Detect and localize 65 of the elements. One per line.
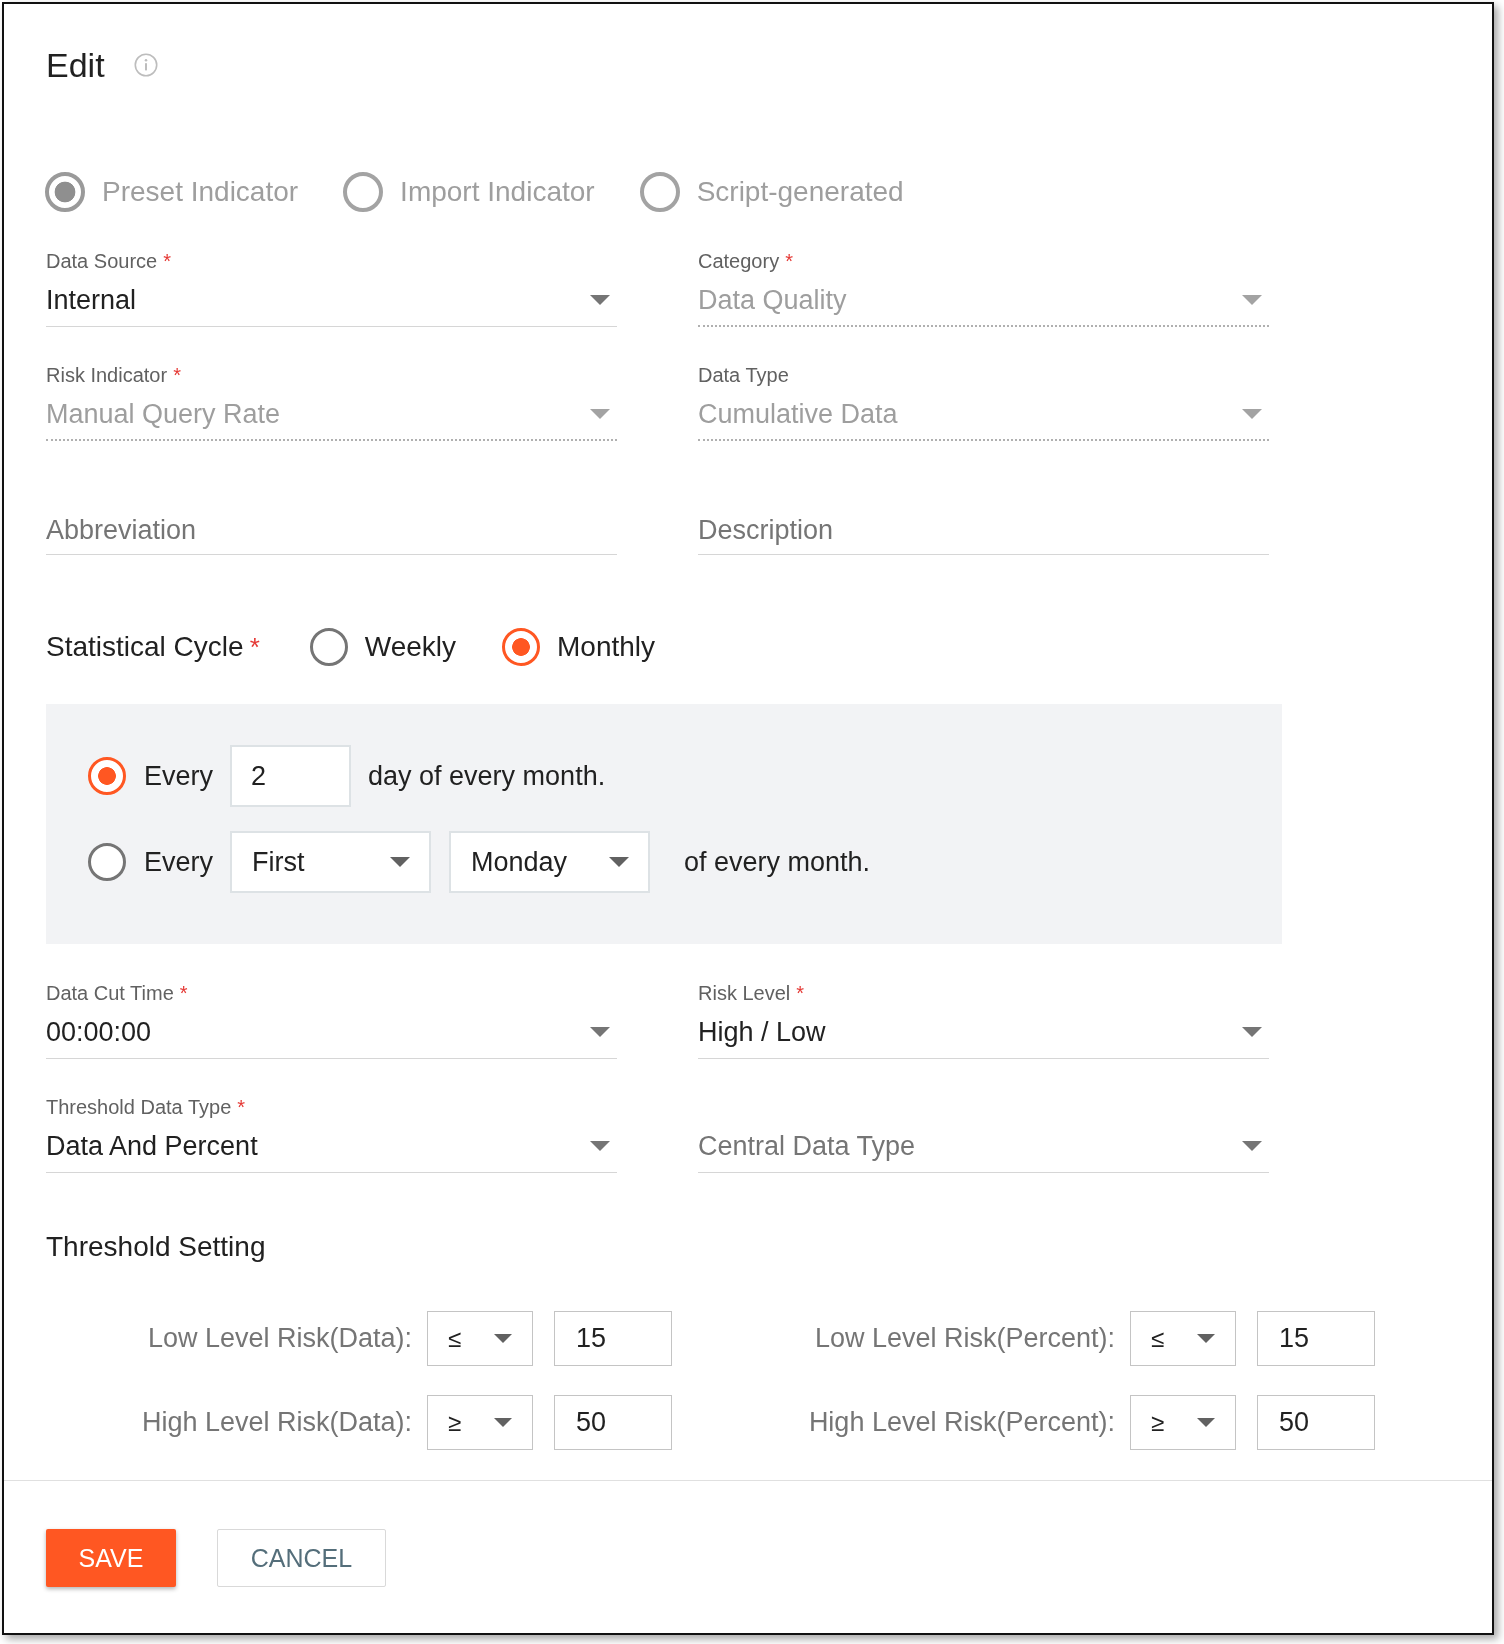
caret-icon bbox=[1242, 295, 1262, 305]
field-label: Category bbox=[698, 249, 780, 273]
radio-label[interactable]: Weekly bbox=[364, 631, 457, 663]
weekday-dropdown[interactable]: Monday bbox=[449, 831, 651, 893]
radio-button[interactable] bbox=[88, 757, 126, 795]
required-asterisk: * bbox=[796, 981, 805, 1005]
radio-button[interactable] bbox=[502, 628, 541, 666]
cancel-button[interactable]: CANCEL bbox=[217, 1529, 386, 1587]
caret-icon bbox=[1197, 1334, 1215, 1343]
dropdown-field[interactable]: Data And Percent bbox=[46, 1129, 617, 1173]
dropdown-field[interactable]: Central Data Type bbox=[698, 1129, 1269, 1173]
field-label: Data Cut Time bbox=[46, 981, 174, 1005]
caret-icon bbox=[1197, 1418, 1215, 1427]
caret-icon bbox=[1242, 1027, 1262, 1037]
rule-label: Every bbox=[144, 760, 214, 792]
radio-button[interactable] bbox=[88, 843, 126, 881]
caret-icon bbox=[590, 409, 610, 419]
radio-label[interactable]: Monthly bbox=[557, 631, 656, 663]
caret-icon bbox=[609, 857, 630, 867]
operator-dropdown[interactable]: ≥ bbox=[427, 1395, 533, 1450]
required-asterisk: * bbox=[785, 249, 793, 273]
threshold-input[interactable]: 50 bbox=[554, 1395, 672, 1450]
threshold-input[interactable]: 15 bbox=[1257, 1311, 1375, 1366]
day-input[interactable]: 2 bbox=[230, 745, 352, 807]
caret-icon bbox=[1242, 409, 1262, 419]
field-label: Data Source bbox=[46, 249, 158, 273]
required-asterisk: * bbox=[173, 363, 181, 387]
section-title: Threshold Setting bbox=[46, 1230, 266, 1264]
caret-icon bbox=[590, 1141, 610, 1151]
radio-button[interactable] bbox=[309, 628, 348, 666]
ordinal-dropdown[interactable]: First bbox=[230, 831, 432, 893]
required-asterisk: * bbox=[163, 249, 171, 273]
caret-icon bbox=[1242, 1141, 1262, 1151]
threshold-label: High Level Risk(Percent): bbox=[808, 1407, 1115, 1438]
field-label: Threshold Data Type bbox=[46, 1095, 232, 1119]
required-asterisk: * bbox=[249, 631, 260, 663]
operator-dropdown[interactable]: ≥ bbox=[1130, 1395, 1236, 1450]
caret-icon bbox=[590, 1027, 610, 1037]
threshold-label: High Level Risk(Data): bbox=[141, 1407, 412, 1438]
dropdown-field[interactable]: Internal bbox=[46, 283, 617, 327]
field-label: Data Type bbox=[698, 363, 789, 387]
operator-dropdown[interactable]: ≤ bbox=[1130, 1311, 1236, 1366]
rule-text: of every month. bbox=[684, 846, 871, 878]
dialog-title: Edit bbox=[46, 45, 105, 85]
required-asterisk: * bbox=[179, 981, 188, 1005]
caret-icon bbox=[390, 857, 411, 867]
field-label: Risk Indicator bbox=[46, 363, 168, 387]
operator-dropdown[interactable]: ≤ bbox=[427, 1311, 533, 1366]
required-asterisk: * bbox=[237, 1095, 246, 1119]
field-label: Risk Level bbox=[698, 981, 791, 1005]
info-icon[interactable] bbox=[133, 53, 158, 77]
caret-icon bbox=[494, 1418, 512, 1427]
rule-label: Every bbox=[144, 846, 214, 878]
caret-icon bbox=[590, 295, 610, 305]
rule-text: day of every month. bbox=[368, 760, 606, 792]
field-label: Statistical Cycle bbox=[46, 631, 244, 663]
dropdown-field[interactable]: 00:00:00 bbox=[46, 1015, 617, 1059]
threshold-input[interactable]: 50 bbox=[1257, 1395, 1375, 1450]
dropdown-field[interactable]: High / Low bbox=[698, 1015, 1269, 1059]
threshold-label: Low Level Risk(Data): bbox=[147, 1323, 412, 1354]
text-field[interactable]: Description bbox=[698, 513, 1269, 555]
text-field[interactable]: Abbreviation bbox=[46, 513, 617, 555]
caret-icon bbox=[494, 1334, 512, 1343]
threshold-label: Low Level Risk(Percent): bbox=[814, 1323, 1115, 1354]
threshold-input[interactable]: 15 bbox=[554, 1311, 672, 1366]
